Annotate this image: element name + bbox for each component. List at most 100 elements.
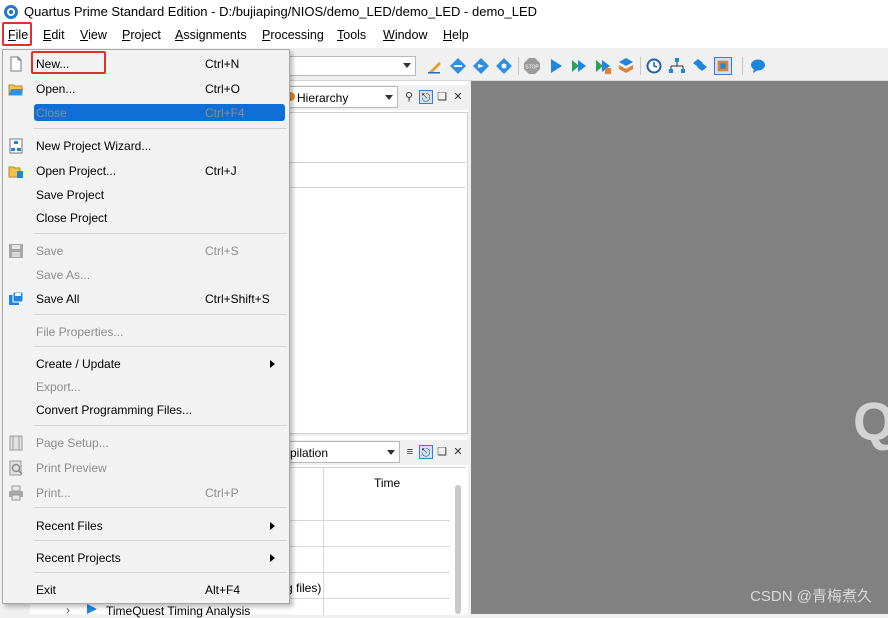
menu-item-shortcut: Ctrl+J — [205, 164, 237, 178]
row-divider — [290, 520, 450, 521]
flow-dropdown-label: pilation — [290, 446, 329, 460]
menu-item-save-all[interactable]: Save All Ctrl+Shift+S — [3, 288, 289, 310]
analysis-diamond-icon[interactable] — [495, 57, 513, 75]
menu-separator — [34, 540, 287, 541]
menu-item-label: Save Project — [36, 188, 105, 202]
menu-separator — [34, 425, 287, 426]
menu-item-open[interactable]: Open... Ctrl+O — [3, 78, 289, 100]
netlist-viewer-icon[interactable] — [668, 57, 686, 75]
file-menu-dropdown: New... Ctrl+N Open... Ctrl+O Close Ctrl+… — [2, 49, 290, 604]
save-all-icon — [9, 291, 24, 305]
stop-icon[interactable]: STOP — [523, 57, 541, 75]
menu-edit[interactable]: Edit — [43, 28, 65, 42]
project-wizard-icon — [9, 138, 23, 154]
pin-icon[interactable]: ⎋ — [419, 90, 433, 104]
navigator-row[interactable] — [290, 162, 466, 188]
diamond-tool-icon[interactable] — [449, 57, 467, 75]
new-file-icon — [10, 56, 22, 72]
menu-item-label: Print Preview — [36, 461, 107, 475]
revision-dropdown[interactable] — [285, 56, 416, 76]
menu-item-print-preview[interactable]: Print Preview — [3, 457, 289, 479]
menu-item-exit[interactable]: Exit Alt+F4 — [3, 579, 289, 601]
analysis-synthesis-icon[interactable] — [570, 57, 588, 75]
menu-item-label: Save All — [36, 292, 80, 306]
search-icon[interactable]: ⚲ — [402, 90, 416, 104]
menu-separator — [34, 128, 287, 129]
menu-item-shortcut: Ctrl+F4 — [205, 106, 245, 120]
menu-tools[interactable]: Tools — [337, 28, 366, 42]
print-preview-icon — [9, 460, 23, 476]
menu-item-label: Recent Files — [36, 519, 103, 533]
menu-item-save-as[interactable]: Save As... — [3, 264, 289, 286]
menu-project[interactable]: Project — [122, 28, 161, 42]
row-divider — [290, 546, 450, 547]
programmer-icon[interactable] — [714, 57, 732, 75]
assembler-icon[interactable] — [617, 57, 635, 75]
menu-item-convert-programming-files[interactable]: Convert Programming Files... — [3, 399, 289, 421]
menu-item-shortcut: Alt+F4 — [205, 583, 241, 597]
menu-lines-icon[interactable]: ≡ — [403, 445, 417, 459]
tasks-table: Time g files) — [286, 467, 466, 615]
menu-help[interactable]: Help — [443, 28, 469, 42]
menu-item-create-update[interactable]: Create / Update — [3, 353, 289, 375]
navigator-view-dropdown[interactable]: Hierarchy — [281, 86, 398, 108]
diamond-arrow-icon[interactable] — [472, 57, 490, 75]
watermark: CSDN @青梅煮久 — [750, 588, 872, 605]
menu-separator — [34, 314, 287, 315]
pin-icon[interactable]: ⎋ — [419, 445, 433, 459]
float-window-icon[interactable]: ❏ — [435, 445, 449, 459]
start-compilation-icon[interactable] — [547, 57, 565, 75]
menu-item-shortcut: Ctrl+Shift+S — [205, 292, 270, 306]
menu-item-close[interactable]: Close Ctrl+F4 — [3, 102, 289, 124]
chip-planner-icon[interactable] — [691, 57, 709, 75]
float-window-icon[interactable]: ❏ — [435, 90, 449, 104]
menu-item-print[interactable]: Print... Ctrl+P — [3, 482, 289, 504]
menu-processing[interactable]: Processing — [262, 28, 324, 42]
menu-item-recent-files[interactable]: Recent Files — [3, 515, 289, 537]
title-bar: Quartus Prime Standard Edition - D:/buji… — [0, 0, 888, 24]
menu-item-label: Page Setup... — [36, 436, 109, 450]
toolbar-separator — [518, 57, 519, 75]
menu-item-shortcut: Ctrl+P — [205, 486, 239, 500]
chevron-down-icon — [403, 63, 411, 68]
menu-item-label: Convert Programming Files... — [36, 403, 193, 417]
menu-item-label: Recent Projects — [36, 551, 121, 565]
column-header-time: Time — [374, 476, 401, 490]
page-setup-icon — [9, 435, 23, 451]
close-panel-icon[interactable]: ✕ — [451, 445, 465, 459]
menu-item-label: Print... — [36, 486, 71, 500]
menu-item-open-project[interactable]: Open Project... Ctrl+J — [3, 160, 289, 182]
menu-assignments[interactable]: Assignments — [175, 28, 247, 42]
menu-separator — [34, 572, 287, 573]
navigator-view-label: Hierarchy — [297, 91, 349, 105]
menu-item-label: Open Project... — [36, 164, 117, 178]
menu-item-label: Create / Update — [36, 357, 121, 371]
menu-view[interactable]: View — [80, 28, 107, 42]
menu-item-label: Save As... — [36, 268, 91, 282]
chat-bubble-icon[interactable] — [749, 57, 767, 75]
column-divider — [323, 468, 324, 615]
timequest-task-label[interactable]: TimeQuest Timing Analysis — [106, 604, 250, 618]
menu-item-label: Exit — [36, 583, 57, 597]
tasks-scrollbar[interactable] — [455, 485, 461, 614]
fitter-icon[interactable] — [594, 57, 612, 75]
file-menu-annotation-box — [2, 22, 32, 46]
menu-item-save[interactable]: Save Ctrl+S — [3, 240, 289, 262]
menu-item-recent-projects[interactable]: Recent Projects — [3, 547, 289, 569]
expand-arrow-icon[interactable]: › — [66, 603, 70, 617]
flow-dropdown[interactable]: pilation — [281, 441, 400, 463]
menu-item-new-project-wizard[interactable]: New Project Wizard... — [3, 135, 289, 157]
menu-separator — [34, 507, 287, 508]
timing-analyzer-icon[interactable] — [645, 57, 663, 75]
menu-item-label: File Properties... — [36, 325, 124, 339]
menu-item-save-project[interactable]: Save Project — [3, 184, 289, 206]
close-panel-icon[interactable]: ✕ — [451, 90, 465, 104]
save-icon — [9, 244, 23, 258]
menu-item-export[interactable]: Export... — [3, 376, 289, 398]
task-row-partial-text: g files) — [286, 581, 322, 595]
menu-item-file-properties[interactable]: File Properties... — [3, 321, 289, 343]
menu-item-page-setup[interactable]: Page Setup... — [3, 432, 289, 454]
pencil-icon[interactable] — [426, 57, 444, 75]
menu-item-close-project[interactable]: Close Project — [3, 207, 289, 229]
menu-window[interactable]: Window — [383, 28, 427, 42]
